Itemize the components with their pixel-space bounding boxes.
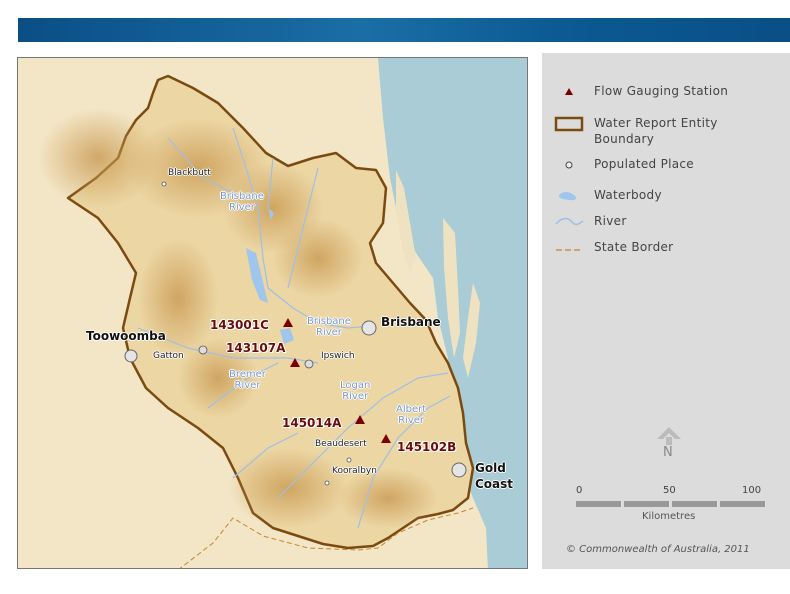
legend-item-waterbody: Waterbody	[542, 185, 790, 207]
station-label-143107a: 143107A	[226, 341, 286, 355]
station-label-145014a: 145014A	[282, 416, 342, 430]
legend-item-populated-place: Populated Place	[542, 154, 790, 176]
river-name: Albert River	[396, 404, 427, 426]
river-name: Brisbane River	[307, 316, 351, 338]
legend-label: Waterbody	[594, 188, 662, 202]
legend-label: State Border	[594, 240, 674, 254]
scale-bar: 0 50 100 Kilometres	[576, 485, 766, 535]
dot-icon	[565, 161, 573, 169]
scale-segment	[576, 501, 621, 507]
river-label-bremer: Bremer River	[229, 369, 266, 391]
triangle-icon	[565, 88, 573, 95]
river-label-logan: Logan River	[340, 380, 370, 402]
boundary-swatch-icon	[554, 116, 584, 132]
city-label-toowoomba: Toowoomba	[86, 329, 166, 343]
place-label-blackbutt: Blackbutt	[168, 168, 211, 178]
legend-item-station: Flow Gauging Station	[542, 81, 790, 103]
place-label-ipswich: Ipswich	[321, 351, 355, 361]
legend-label: Populated Place	[594, 157, 694, 171]
scale-segment	[624, 501, 669, 507]
scale-segment	[720, 501, 765, 507]
legend-label: River	[594, 214, 627, 228]
river-name: Bremer River	[229, 369, 266, 391]
legend-label: Flow Gauging Station	[594, 84, 729, 98]
station-label-143001c: 143001C	[210, 318, 269, 332]
place-label-gatton: Gatton	[153, 351, 184, 361]
legend-item-river: River	[542, 211, 790, 233]
station-label-145102b: 145102B	[397, 440, 457, 454]
map-frame[interactable]: 143001C 143107A 145014A 145102B Brisbane…	[17, 57, 528, 569]
copyright-notice: © Commonwealth of Australia, 2011	[566, 544, 750, 555]
legend-panel: Flow Gauging Station Water Report Entity…	[542, 53, 790, 569]
place-label-kooralbyn: Kooralbyn	[332, 466, 377, 476]
scale-tick: 50	[663, 485, 676, 496]
river-line-icon	[555, 217, 584, 226]
legend-item-boundary: Water Report Entity Boundary	[542, 113, 790, 147]
scale-unit: Kilometres	[642, 511, 696, 522]
river-label-brisbane-lower: Brisbane River	[307, 316, 351, 338]
river-label-brisbane-upper: Brisbane River	[220, 191, 264, 213]
river-name: Logan River	[340, 380, 371, 402]
legend-label: Water Report Entity Boundary	[594, 116, 718, 146]
legend-item-state-border: State Border	[542, 237, 790, 259]
place-label-beaudesert: Beaudesert	[315, 439, 367, 449]
scale-segment	[672, 501, 717, 507]
scale-tick: 100	[742, 485, 762, 496]
north-arrow-icon	[657, 427, 681, 445]
city-label-brisbane: Brisbane	[381, 315, 441, 329]
north-arrow: N	[654, 425, 684, 465]
header-bar	[18, 18, 790, 42]
north-label: N	[663, 445, 673, 460]
dashed-line-icon	[556, 249, 582, 251]
scale-tick: 0	[576, 485, 583, 496]
city-label-gold-coast: Gold Coast	[475, 461, 514, 491]
map-canvas	[18, 58, 527, 568]
river-name: Brisbane River	[220, 191, 264, 213]
river-label-albert: Albert River	[396, 404, 426, 426]
water-icon	[559, 191, 577, 201]
